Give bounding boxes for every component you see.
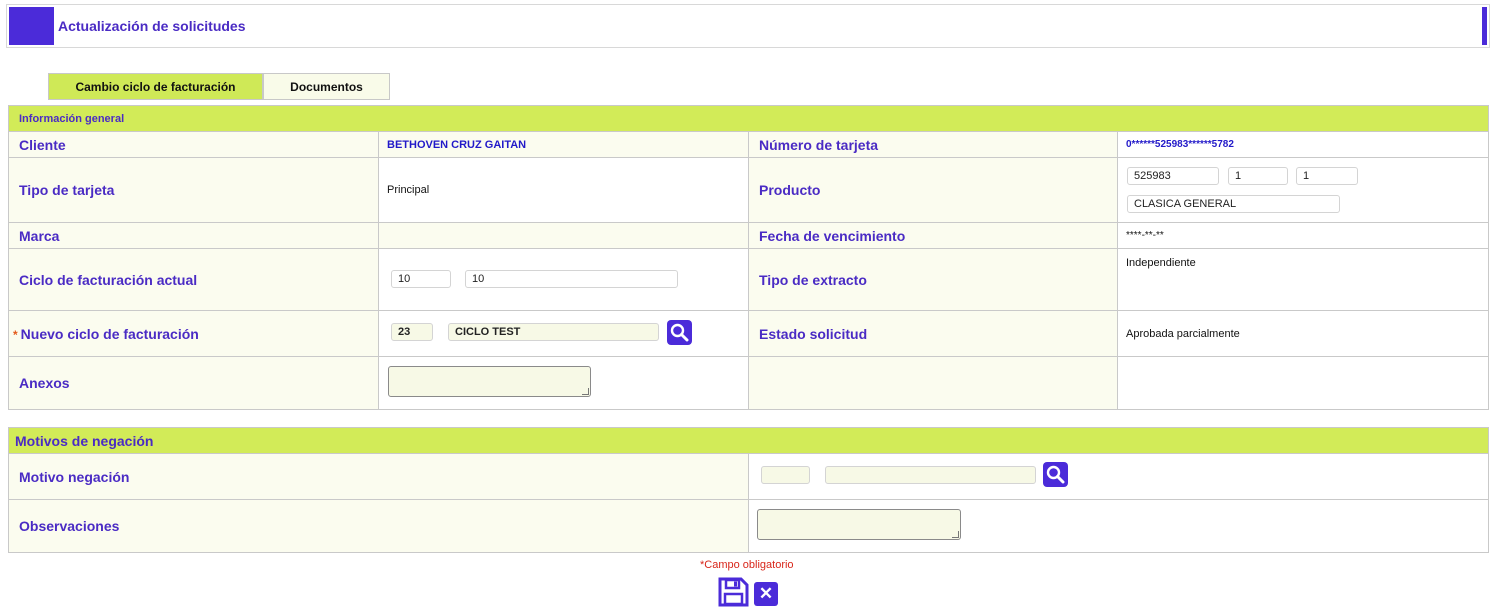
motivo-desc-field[interactable] [825, 466, 1036, 484]
estado-solicitud-label: Estado solicitud [748, 310, 1118, 357]
page-header: Actualización de solicitudes [6, 4, 1490, 48]
nuevo-ciclo-cell: 23 CICLO TEST [378, 310, 749, 357]
required-note-text: Campo obligatorio [704, 559, 794, 571]
ciclo-actual-cell: 10 10 [378, 248, 749, 311]
anexos-label: Anexos [8, 356, 379, 410]
resize-grip[interactable] [952, 531, 959, 538]
tab-bar: Cambio ciclo de facturación Documentos [48, 73, 390, 100]
general-info-table: Información general Cliente BETHOVEN CRU… [7, 105, 1490, 410]
section-general-title: Información general [7, 105, 1490, 132]
required-note: *Campo obligatorio [700, 559, 794, 571]
tab-cambio-ciclo[interactable]: Cambio ciclo de facturación [48, 73, 263, 100]
motivo-search-button[interactable] [1043, 462, 1068, 487]
producto-field-1[interactable]: 1 [1228, 167, 1288, 185]
save-icon [718, 577, 749, 607]
tipo-tarjeta-label: Tipo de tarjeta [8, 157, 379, 223]
tipo-extracto-value: Independiente [1116, 248, 1490, 311]
header-accent-bar [1482, 7, 1487, 45]
marca-label: Marca [8, 222, 379, 249]
ciclo-actual-desc-field[interactable]: 10 [465, 270, 678, 288]
negacion-table: Motivos de negación Motivo negación Obse… [8, 427, 1489, 553]
page-title: Actualización de solicitudes [58, 18, 246, 34]
nuevo-ciclo-code-field[interactable]: 23 [391, 323, 433, 341]
required-mark: * [13, 327, 18, 342]
fecha-vencimiento-label: Fecha de vencimiento [748, 222, 1118, 249]
tipo-tarjeta-value: Principal [378, 157, 749, 223]
cliente-label: Cliente [8, 131, 379, 158]
producto-label: Producto [748, 157, 1118, 223]
resize-grip[interactable] [582, 388, 589, 395]
nuevo-ciclo-label-cell: * Nuevo ciclo de facturación [8, 310, 379, 357]
cliente-value: BETHOVEN CRUZ GAITAN [378, 131, 749, 158]
empty-cell [748, 356, 1118, 410]
marca-value [378, 222, 749, 249]
producto-code-field[interactable]: 525983 [1127, 167, 1219, 185]
estado-solicitud-value: Aprobada parcialmente [1116, 310, 1490, 357]
motivo-code-field[interactable] [761, 466, 810, 484]
save-button[interactable] [717, 577, 749, 607]
motivo-negacion-label: Motivo negación [8, 453, 749, 500]
header-accent-block [9, 7, 54, 45]
numero-tarjeta-label: Número de tarjeta [748, 131, 1118, 158]
tab-documentos[interactable]: Documentos [263, 73, 390, 100]
producto-field-2[interactable]: 1 [1296, 167, 1358, 185]
nuevo-ciclo-search-button[interactable] [667, 320, 692, 345]
ciclo-actual-code-field[interactable]: 10 [391, 270, 451, 288]
fecha-vencimiento-value: ****-**-** [1116, 222, 1490, 249]
empty-cell [1116, 356, 1490, 410]
search-icon [1046, 465, 1065, 484]
ciclo-actual-label: Ciclo de facturación actual [8, 248, 379, 311]
motivo-negacion-cell [748, 453, 1489, 500]
nuevo-ciclo-desc-field[interactable]: CICLO TEST [448, 323, 659, 341]
producto-cell: 525983 1 1 CLASICA GENERAL [1116, 157, 1490, 223]
observaciones-textarea[interactable] [757, 509, 961, 540]
producto-name-field[interactable]: CLASICA GENERAL [1127, 195, 1340, 213]
cancel-button[interactable]: ✕ [754, 582, 778, 606]
section-negacion-title: Motivos de negación [8, 427, 1489, 454]
nuevo-ciclo-label: Nuevo ciclo de facturación [20, 325, 199, 342]
close-icon: ✕ [758, 584, 774, 603]
tipo-extracto-label: Tipo de extracto [748, 248, 1118, 311]
observaciones-cell [748, 499, 1489, 553]
search-icon [670, 323, 689, 342]
numero-tarjeta-value: 0******525983******5782 [1116, 131, 1490, 158]
anexos-textarea[interactable] [388, 366, 591, 397]
observaciones-label: Observaciones [8, 499, 749, 553]
anexos-cell [378, 356, 749, 410]
